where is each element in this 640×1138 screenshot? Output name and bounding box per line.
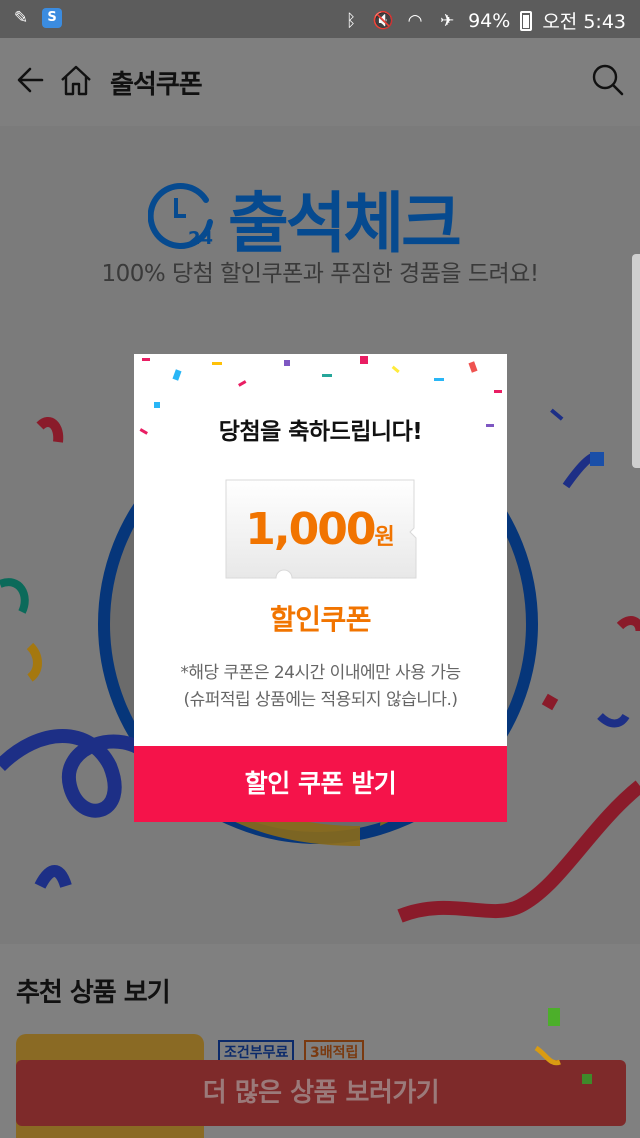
scrollbar[interactable] <box>632 254 640 468</box>
recommend-section: 추천 상품 보기 조건부무료 3배적립 더 많은 상품 보러가기 <box>0 944 640 1138</box>
coupon-notice-line1: *해당 쿠폰은 24시간 이내에만 사용 가능 <box>180 663 461 683</box>
banner-title: 출석체크 <box>228 185 462 262</box>
battery-percent: 94% <box>468 9 511 32</box>
page-title: 출석쿠폰 <box>110 70 203 100</box>
home-button[interactable] <box>56 60 96 100</box>
confetti-decoration <box>534 1008 592 1084</box>
app-notification-icon: ✎ <box>13 8 29 28</box>
coupon-amount: 1,000원 <box>222 504 418 555</box>
back-button[interactable] <box>12 60 52 100</box>
coupon-card: 1,000원 <box>222 476 418 582</box>
status-bar: ✎ S ᛒ 🔇 ◠ ✈ 94% 오전 5:43 <box>0 0 640 38</box>
airplane-icon: ✈ <box>439 10 455 31</box>
wifi-icon: ◠ <box>407 10 423 31</box>
clock-24-icon: 24 <box>148 183 213 249</box>
search-button[interactable] <box>588 60 628 100</box>
search-icon <box>592 64 624 96</box>
get-coupon-button[interactable]: 할인 쿠폰 받기 <box>134 746 507 822</box>
banner-subtitle: 100% 당첨 할인쿠폰과 푸짐한 경품을 드려요! <box>101 261 539 287</box>
home-icon <box>61 65 91 96</box>
prize-modal: 당첨을 축하드립니다! 1,000원 할인쿠폰 *해당 쿠폰은 24시간 이내에… <box>134 354 507 822</box>
bluetooth-icon: ᛒ <box>345 10 357 31</box>
app-header: 출석쿠폰 <box>0 38 640 126</box>
coupon-amount-unit: 원 <box>374 525 395 550</box>
coupon-notice: *해당 쿠폰은 24시간 이내에만 사용 가능 (슈퍼적립 상품에는 적용되지 … <box>134 660 507 714</box>
coupon-amount-value: 1,000 <box>245 504 376 555</box>
s-app-icon: S <box>42 8 62 28</box>
mute-icon: 🔇 <box>372 10 394 31</box>
battery-icon <box>520 10 533 31</box>
coupon-notice-line2: (슈퍼적립 상품에는 적용되지 않습니다.) <box>183 690 458 710</box>
modal-title: 당첨을 축하드립니다! <box>218 419 423 445</box>
recommend-title: 추천 상품 보기 <box>16 978 171 1008</box>
coupon-label: 할인쿠폰 <box>269 603 372 636</box>
arrow-left-icon <box>17 67 44 93</box>
logo-number: 24 <box>188 228 213 249</box>
attendance-logo: 24 출석체크 <box>148 170 462 266</box>
clock: 오전 5:43 <box>542 11 626 33</box>
